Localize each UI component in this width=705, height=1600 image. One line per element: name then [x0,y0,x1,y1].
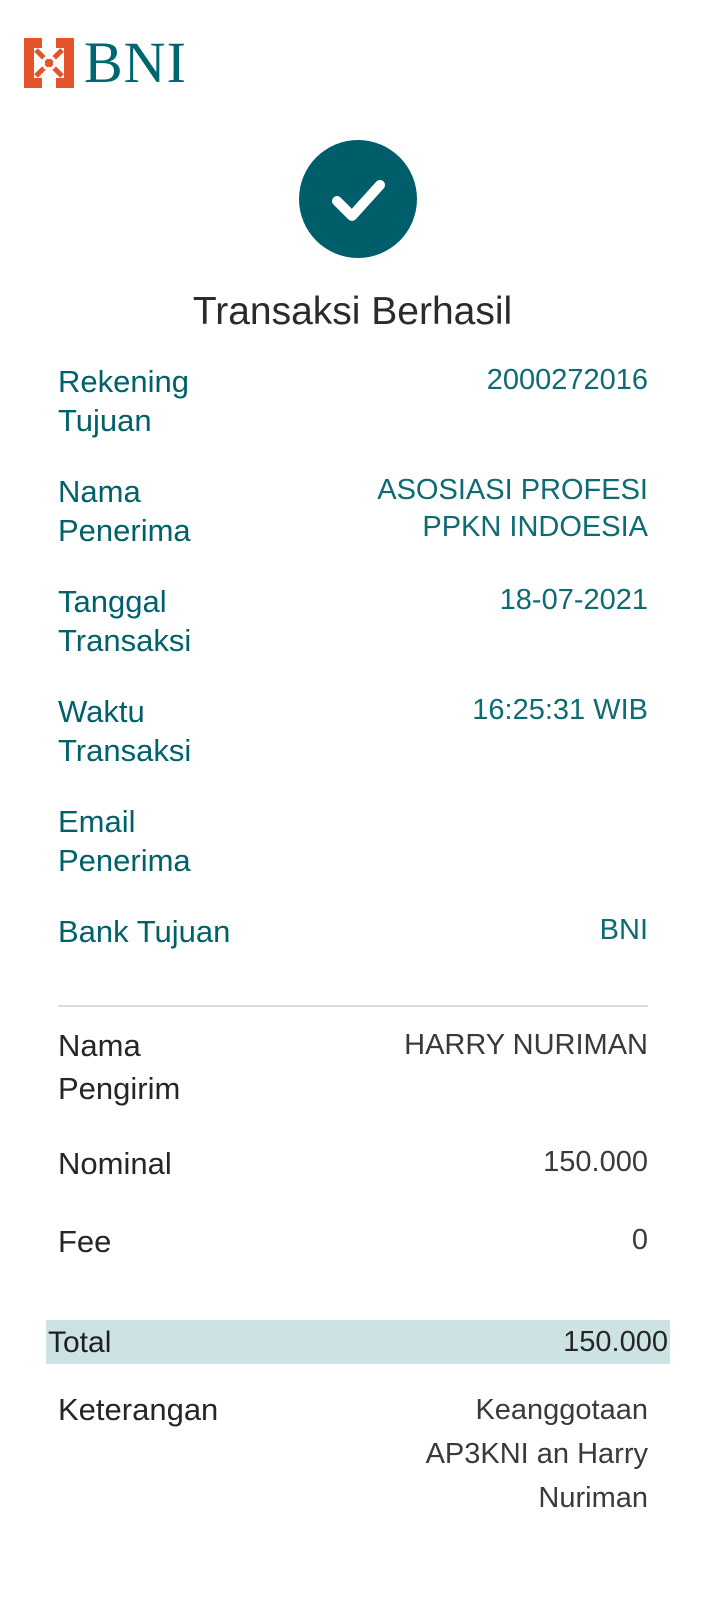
label-line: Transaksi [58,733,192,768]
row-nominal: Nominal 150.000 [58,1144,648,1183]
value-line: Nuriman [538,1482,648,1514]
check-icon [332,180,385,221]
label-rekening-tujuan: Rekening Tujuan [58,362,268,440]
row-bank-tujuan: Bank Tujuan BNI [58,912,648,951]
label-line: Nama [58,474,141,509]
bni-logo-text: BNI [84,30,187,95]
receipt-screen: BNI Transaksi Berhasil Rekening Tujuan 2… [0,0,705,1600]
row-rekening-tujuan: Rekening Tujuan 2000272016 [58,362,648,440]
label-line: Penerima [58,513,191,548]
label-nama-pengirim: Nama Pengirim [58,1024,180,1110]
label-nama-penerima: Nama Penerima [58,472,268,550]
label-line: Tujuan [58,403,152,438]
row-nama-penerima: Nama Penerima ASOSIASI PROFESI PPKN INDO… [58,472,648,550]
value-nama-penerima: ASOSIASI PROFESI PPKN INDOESIA [377,472,648,546]
label-fee: Fee [58,1224,112,1259]
row-fee: Fee 0 [58,1222,648,1261]
value-rekening-tujuan: 2000272016 [486,364,648,396]
row-nama-pengirim: Nama Pengirim HARRY NURIMAN [58,1024,648,1110]
total-row: Total 150.000 [46,1320,670,1364]
label-line: Nama [58,1028,141,1063]
label-waktu-transaksi: Waktu Transaksi [58,692,268,770]
label-line: Pengirim [58,1071,181,1106]
row-waktu-transaksi: Waktu Transaksi 16:25:31 WIB [58,692,648,770]
value-nominal: 150.000 [543,1146,648,1178]
label-line: Penerima [58,843,191,878]
label-line: Rekening [58,364,189,399]
label-tanggal-transaksi: Tanggal Transaksi [58,582,268,660]
value-bank-tujuan: BNI [599,914,648,946]
row-tanggal-transaksi: Tanggal Transaksi 18-07-2021 [58,582,648,660]
value-tanggal-transaksi: 18-07-2021 [499,584,648,616]
value-line: ASOSIASI PROFESI [377,474,648,506]
label-keterangan: Keterangan [58,1392,219,1427]
label-nominal: Nominal [58,1146,172,1181]
value-fee: 0 [631,1224,648,1256]
page-title: Transaksi Berhasil [192,290,513,333]
label-bank-tujuan: Bank Tujuan [58,914,231,949]
label-email-penerima: Email Penerima [58,802,268,880]
value-line: Keanggotaan [475,1394,648,1426]
label-total: Total [48,1325,112,1359]
label-line: Tanggal [58,584,167,619]
value-total: 150.000 [563,1325,668,1358]
section-divider [58,1005,648,1007]
label-line: Email [58,804,136,839]
bni-logo: BNI [24,30,187,95]
value-line: AP3KNI an Harry [425,1438,648,1470]
value-line: PPKN INDOESIA [422,511,648,543]
success-badge [299,140,417,258]
value-keterangan: Keanggotaan AP3KNI an Harry Nuriman [426,1388,648,1520]
row-keterangan: Keterangan Keanggotaan AP3KNI an Harry N… [58,1388,648,1520]
label-line: Transaksi [58,623,192,658]
label-line: Waktu [58,694,145,729]
bni-logo-mark-icon [24,38,74,88]
row-email-penerima: Email Penerima [58,802,648,880]
value-nama-pengirim: HARRY NURIMAN [404,1029,648,1061]
value-waktu-transaksi: 16:25:31 WIB [472,694,648,726]
